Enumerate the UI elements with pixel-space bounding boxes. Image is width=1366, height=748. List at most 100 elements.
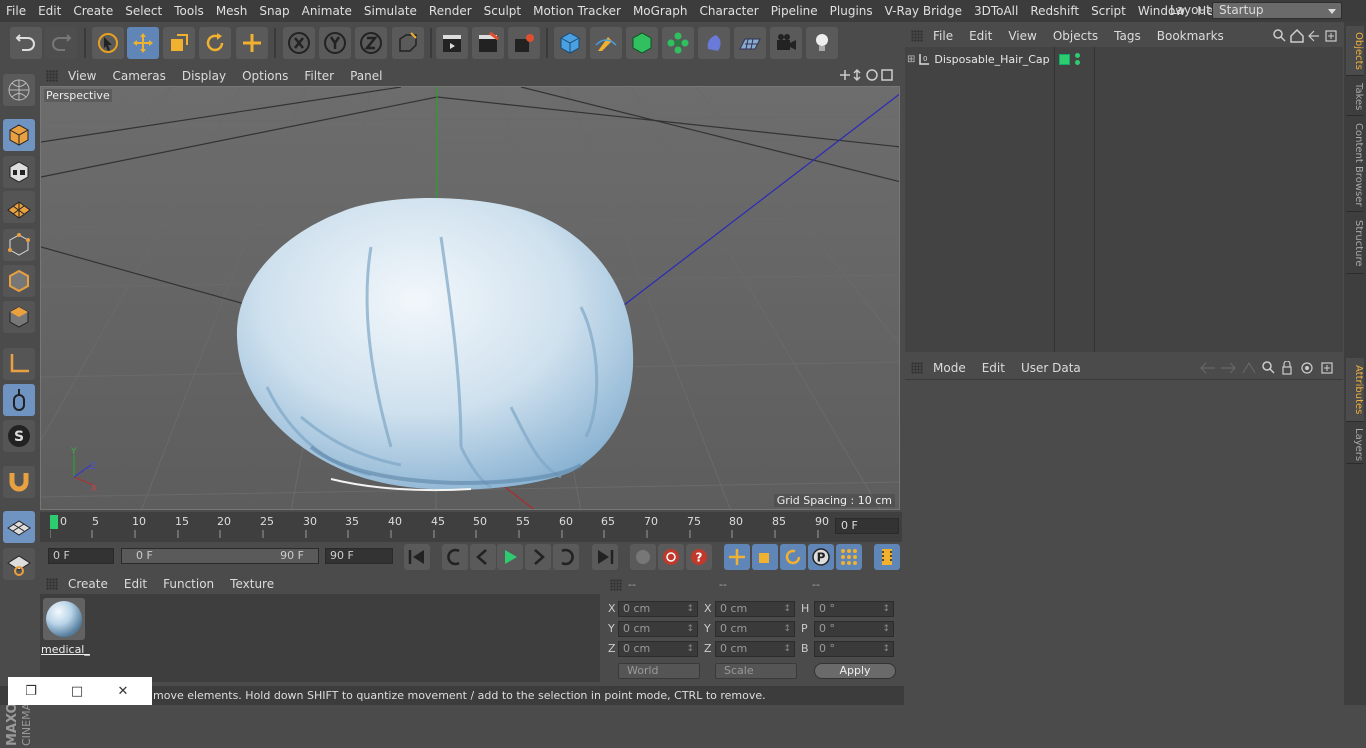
make-editable-button[interactable] [3,74,35,106]
magnet-button[interactable] [3,466,35,498]
y-axis-button[interactable] [319,27,351,59]
viewport-menu-display[interactable]: Display [174,69,234,83]
3d-viewport[interactable]: Y X Z Perspective Grid Spacing : 10 cm [40,86,900,510]
play-button[interactable] [497,544,523,570]
rotation-h-field[interactable]: 0 ° [814,601,894,617]
menu-redshift[interactable]: Redshift [1024,4,1085,18]
close-window-button[interactable]: ✕ [100,684,146,699]
menu-pipeline[interactable]: Pipeline [765,4,824,18]
polygon-mode-button[interactable] [3,301,35,333]
render-view-button[interactable] [436,27,468,59]
previous-frame-button[interactable] [470,544,496,570]
preview-range-slider[interactable]: 0 F 90 F [121,548,319,564]
menu-simulate[interactable]: Simulate [358,4,423,18]
end-frame-field[interactable]: 90 F [325,548,393,564]
tweak-mode-button[interactable] [3,384,35,416]
object-row[interactable]: ⊞ 0 Disposable_Hair_Cap [907,51,1050,67]
menu-select[interactable]: Select [119,4,168,18]
next-frame-button[interactable] [525,544,551,570]
object-menu-view[interactable]: View [1000,29,1044,43]
render-settings-button[interactable] [508,27,540,59]
menu-tools[interactable]: Tools [168,4,210,18]
apply-button[interactable]: Apply [814,663,896,679]
deformer-button[interactable] [698,27,730,59]
material-thumbnail[interactable] [43,598,85,640]
go-to-end-button[interactable] [592,544,618,570]
render-to-picture-viewer-button[interactable] [472,27,504,59]
go-to-start-button[interactable] [404,544,430,570]
coordinate-space-dropdown[interactable]: World [618,663,700,679]
cube-object-button[interactable] [554,27,586,59]
scale-key-button[interactable] [752,544,778,570]
menu-create[interactable]: Create [67,4,119,18]
object-panel-nav-icons[interactable] [1273,29,1339,43]
tab-attributes[interactable]: Attributes [1346,358,1364,422]
visibility-tag-icon[interactable] [1059,54,1070,65]
scale-tool-button[interactable] [163,27,195,59]
menu-sculpt[interactable]: Sculpt [478,4,527,18]
timeline-window-button[interactable] [874,544,900,570]
editor-visibility-dot[interactable] [1075,53,1080,58]
enable-axis-button[interactable] [3,348,35,380]
point-level-key-button[interactable] [836,544,862,570]
next-key-button[interactable] [553,544,579,570]
z-axis-button[interactable] [355,27,387,59]
attribute-menu-user-data[interactable]: User Data [1013,361,1089,375]
rotation-p-field[interactable]: 0 ° [814,621,894,637]
menu-motion-tracker[interactable]: Motion Tracker [527,4,627,18]
menu-snap[interactable]: Snap [253,4,295,18]
point-mode-button[interactable] [3,229,35,261]
maximize-window-button[interactable]: □ [54,684,100,699]
viewport-menu-options[interactable]: Options [234,69,296,83]
live-selection-button[interactable] [92,27,124,59]
texture-mode-button[interactable] [3,156,35,188]
position-z-field[interactable]: 0 cm [618,641,698,657]
mograph-cloner-button[interactable] [662,27,694,59]
material-menu-texture[interactable]: Texture [222,577,282,591]
position-key-button[interactable] [724,544,750,570]
timeline-ruler[interactable]: 0 5 10 15 20 25 30 35 40 45 50 55 60 65 … [40,512,902,542]
edge-mode-button[interactable] [3,265,35,297]
subdivision-button[interactable] [626,27,658,59]
menu-file[interactable]: File [0,4,32,18]
menu-mograph[interactable]: MoGraph [627,4,694,18]
light-button[interactable] [806,27,838,59]
viewport-menu-filter[interactable]: Filter [296,69,342,83]
size-z-field[interactable]: 0 cm [715,641,795,657]
recent-tool-button[interactable] [236,27,268,59]
object-menu-tags[interactable]: Tags [1106,29,1149,43]
tab-structure[interactable]: Structure [1346,214,1364,274]
material-menu-edit[interactable]: Edit [116,577,155,591]
model-mode-button[interactable] [3,119,35,151]
pen-spline-button[interactable] [590,27,622,59]
menu-vray-bridge[interactable]: V-Ray Bridge [879,4,968,18]
workplane-rotate-button[interactable] [3,548,35,580]
snap-button[interactable]: S [3,420,35,452]
redo-button[interactable] [45,27,77,59]
tab-content-browser[interactable]: Content Browser [1346,118,1364,212]
viewport-menu-panel[interactable]: Panel [342,69,390,83]
camera-button[interactable] [770,27,802,59]
undo-button[interactable] [10,27,42,59]
position-x-field[interactable]: 0 cm [618,601,698,617]
tab-takes[interactable]: Takes [1346,78,1364,116]
object-menu-file[interactable]: File [925,29,961,43]
attribute-menu-mode[interactable]: Mode [925,361,974,375]
lock-workplane-button[interactable] [3,511,35,543]
object-name[interactable]: Disposable_Hair_Cap [934,53,1049,66]
material-name[interactable]: medical_ [41,643,90,656]
menu-3dtoall[interactable]: 3DToAll [968,4,1024,18]
menu-plugins[interactable]: Plugins [824,4,879,18]
menu-render[interactable]: Render [423,4,478,18]
restore-window-button[interactable]: ❐ [8,684,54,699]
size-x-field[interactable]: 0 cm [715,601,795,617]
previous-key-button[interactable] [442,544,468,570]
object-menu-bookmarks[interactable]: Bookmarks [1149,29,1232,43]
menu-script[interactable]: Script [1085,4,1132,18]
x-axis-button[interactable] [283,27,315,59]
viewport-camera-label[interactable]: Perspective [44,89,112,102]
attribute-menu-edit[interactable]: Edit [974,361,1013,375]
coordinate-system-button[interactable] [392,27,424,59]
material-menu-create[interactable]: Create [60,577,116,591]
viewport-nav-icons[interactable] [838,68,896,83]
